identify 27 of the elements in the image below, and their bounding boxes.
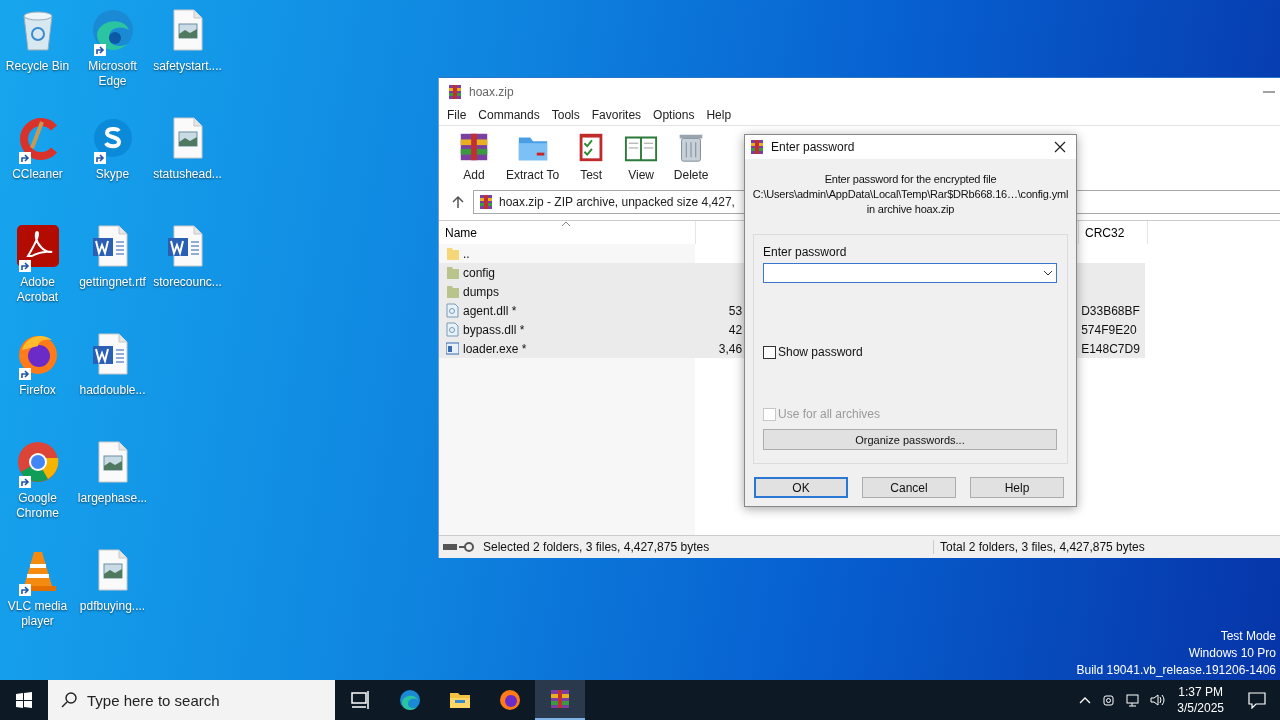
file-size: 42 bbox=[727, 322, 743, 337]
system-info-text: Test Mode bbox=[1220, 629, 1276, 644]
dialog-message: C:\Users\admin\AppData\Local\Temp\Rar$DRb668.16…\config.yml bbox=[752, 187, 1069, 201]
file-name: loader.exe * bbox=[463, 341, 527, 356]
system-info-text: Build 19041.vb_release.191206-1406 bbox=[1076, 663, 1276, 678]
file-name: agent.dll * bbox=[463, 303, 517, 318]
field-label: Enter password bbox=[763, 245, 848, 259]
system-info-text: Windows 10 Pro bbox=[1188, 646, 1276, 661]
dialog-message: in archive hoax.zip bbox=[866, 202, 955, 216]
file-crc: D33B68BF bbox=[1080, 303, 1141, 318]
file-name: dumps bbox=[463, 284, 500, 299]
status-text: Selected 2 folders, 3 files, 4,427,875 bytes bbox=[483, 540, 711, 554]
file-name: .. bbox=[463, 246, 470, 261]
file-size: 53 bbox=[727, 303, 743, 318]
file-name: bypass.dll * bbox=[463, 322, 525, 337]
dialog-message: Enter password for the encrypted file bbox=[824, 172, 997, 186]
file-crc: E148C7D9 bbox=[1080, 341, 1141, 356]
file-crc: 574F9E20 bbox=[1080, 322, 1138, 337]
file-name: config bbox=[463, 265, 496, 280]
clock-time: 1:37 PM bbox=[1178, 684, 1223, 700]
clock-date: 3/5/2025 bbox=[1177, 700, 1224, 716]
dialog-title: Enter password bbox=[771, 140, 856, 154]
address-text: hoax.zip - ZIP archive, unpacked size 4,427, bbox=[499, 195, 735, 209]
window-title: hoax.zip bbox=[469, 84, 515, 99]
file-size: 3,46 bbox=[717, 341, 743, 356]
column-title: Name bbox=[445, 225, 477, 240]
status-text: Total 2 folders, 3 files, 4,427,875 bytes bbox=[933, 540, 1145, 554]
